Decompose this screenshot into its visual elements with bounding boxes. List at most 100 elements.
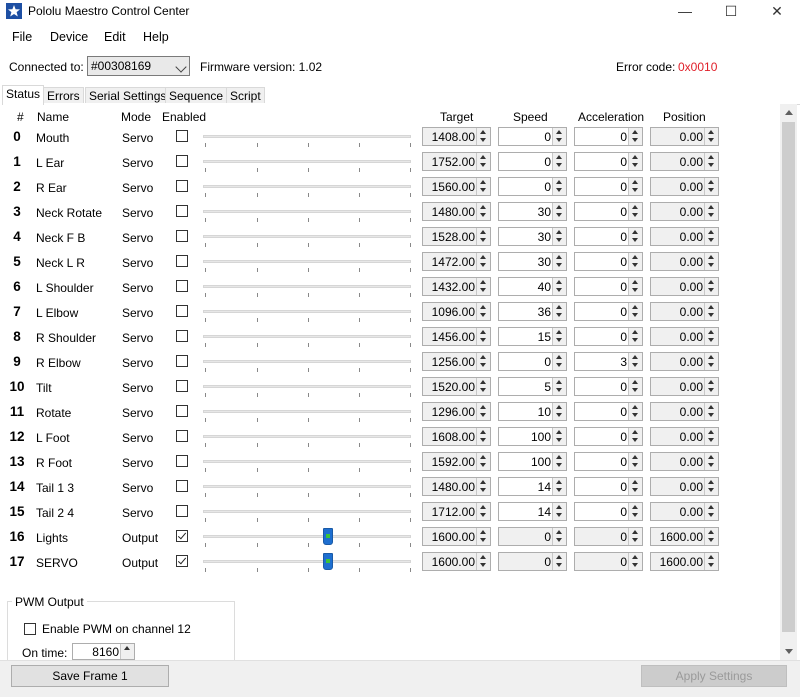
- position-input[interactable]: 0.00: [650, 477, 719, 496]
- position-input[interactable]: 0.00: [650, 302, 719, 321]
- acceleration-input[interactable]: 3: [574, 352, 643, 371]
- target-slider[interactable]: [203, 300, 411, 325]
- stepper-buttons[interactable]: [552, 378, 566, 395]
- stepper-buttons[interactable]: [476, 378, 490, 395]
- stepper-buttons[interactable]: [704, 528, 718, 545]
- target-input[interactable]: 1712.00: [422, 502, 491, 521]
- enabled-checkbox[interactable]: [176, 255, 188, 267]
- target-input[interactable]: 1480.00: [422, 477, 491, 496]
- stepper-buttons[interactable]: [704, 253, 718, 270]
- stepper-buttons[interactable]: [476, 153, 490, 170]
- target-input[interactable]: 1432.00: [422, 277, 491, 296]
- target-slider[interactable]: [203, 500, 411, 525]
- device-select[interactable]: #00308169: [87, 56, 190, 76]
- stepper-buttons[interactable]: [476, 328, 490, 345]
- position-input[interactable]: 0.00: [650, 177, 719, 196]
- target-slider[interactable]: [203, 175, 411, 200]
- position-input[interactable]: 0.00: [650, 502, 719, 521]
- position-input[interactable]: 0.00: [650, 402, 719, 421]
- stepper-buttons[interactable]: [476, 278, 490, 295]
- stepper-buttons[interactable]: [704, 403, 718, 420]
- stepper-buttons[interactable]: [704, 328, 718, 345]
- speed-input[interactable]: 40: [498, 277, 567, 296]
- position-input[interactable]: 1600.00: [650, 527, 719, 546]
- position-input[interactable]: 0.00: [650, 352, 719, 371]
- slider-thumb[interactable]: [323, 528, 333, 545]
- enabled-checkbox[interactable]: [176, 555, 188, 567]
- target-slider[interactable]: [203, 375, 411, 400]
- acceleration-input[interactable]: 0: [574, 277, 643, 296]
- target-input[interactable]: 1560.00: [422, 177, 491, 196]
- stepper-buttons[interactable]: [704, 353, 718, 370]
- menu-file[interactable]: File: [12, 30, 32, 44]
- stepper-buttons[interactable]: [628, 478, 642, 495]
- target-slider[interactable]: [203, 475, 411, 500]
- target-input[interactable]: 1528.00: [422, 227, 491, 246]
- acceleration-input[interactable]: 0: [574, 527, 643, 546]
- stepper-buttons[interactable]: [552, 278, 566, 295]
- speed-input[interactable]: 0: [498, 127, 567, 146]
- acceleration-input[interactable]: 0: [574, 152, 643, 171]
- target-input[interactable]: 1296.00: [422, 402, 491, 421]
- stepper-buttons[interactable]: [704, 503, 718, 520]
- enabled-checkbox[interactable]: [176, 180, 188, 192]
- position-input[interactable]: 0.00: [650, 252, 719, 271]
- target-slider[interactable]: [203, 125, 411, 150]
- target-input[interactable]: 1456.00: [422, 327, 491, 346]
- acceleration-input[interactable]: 0: [574, 452, 643, 471]
- acceleration-input[interactable]: 0: [574, 402, 643, 421]
- maximize-button[interactable]: ☐: [708, 0, 754, 22]
- position-input[interactable]: 0.00: [650, 152, 719, 171]
- stepper-buttons[interactable]: [552, 253, 566, 270]
- stepper-buttons[interactable]: [476, 453, 490, 470]
- enabled-checkbox[interactable]: [176, 305, 188, 317]
- enabled-checkbox[interactable]: [176, 205, 188, 217]
- enabled-checkbox[interactable]: [176, 380, 188, 392]
- stepper-buttons[interactable]: [628, 378, 642, 395]
- target-slider[interactable]: [203, 200, 411, 225]
- speed-input[interactable]: 100: [498, 427, 567, 446]
- position-input[interactable]: 0.00: [650, 202, 719, 221]
- target-input[interactable]: 1520.00: [422, 377, 491, 396]
- enabled-checkbox[interactable]: [176, 280, 188, 292]
- apply-settings-button[interactable]: Apply Settings: [641, 665, 787, 687]
- acceleration-input[interactable]: 0: [574, 177, 643, 196]
- acceleration-input[interactable]: 0: [574, 252, 643, 271]
- tab-errors[interactable]: Errors: [43, 87, 84, 103]
- enabled-checkbox[interactable]: [176, 355, 188, 367]
- speed-input[interactable]: 0: [498, 152, 567, 171]
- speed-input[interactable]: 0: [498, 552, 567, 571]
- speed-input[interactable]: 30: [498, 227, 567, 246]
- speed-input[interactable]: 10: [498, 402, 567, 421]
- slider-thumb[interactable]: [323, 553, 333, 570]
- stepper-buttons[interactable]: [476, 203, 490, 220]
- stepper-buttons[interactable]: [552, 478, 566, 495]
- target-slider[interactable]: [203, 225, 411, 250]
- stepper-buttons[interactable]: [552, 553, 566, 570]
- speed-input[interactable]: 15: [498, 327, 567, 346]
- stepper-buttons[interactable]: [628, 328, 642, 345]
- speed-input[interactable]: 100: [498, 452, 567, 471]
- acceleration-input[interactable]: 0: [574, 552, 643, 571]
- stepper-buttons[interactable]: [476, 128, 490, 145]
- stepper-buttons[interactable]: [628, 203, 642, 220]
- position-input[interactable]: 0.00: [650, 377, 719, 396]
- target-input[interactable]: 1600.00: [422, 552, 491, 571]
- stepper-buttons[interactable]: [552, 153, 566, 170]
- stepper-buttons[interactable]: [628, 228, 642, 245]
- stepper-buttons[interactable]: [476, 528, 490, 545]
- stepper-buttons[interactable]: [704, 278, 718, 295]
- scrollbar-thumb[interactable]: [782, 122, 795, 632]
- enabled-checkbox[interactable]: [176, 330, 188, 342]
- enabled-checkbox[interactable]: [176, 455, 188, 467]
- close-button[interactable]: ✕: [754, 0, 800, 22]
- position-input[interactable]: 0.00: [650, 227, 719, 246]
- stepper-buttons[interactable]: [552, 203, 566, 220]
- stepper-buttons[interactable]: [628, 353, 642, 370]
- position-input[interactable]: 0.00: [650, 277, 719, 296]
- enabled-checkbox[interactable]: [176, 405, 188, 417]
- target-input[interactable]: 1472.00: [422, 252, 491, 271]
- stepper-buttons[interactable]: [552, 403, 566, 420]
- stepper-buttons[interactable]: [628, 503, 642, 520]
- stepper-buttons[interactable]: [476, 303, 490, 320]
